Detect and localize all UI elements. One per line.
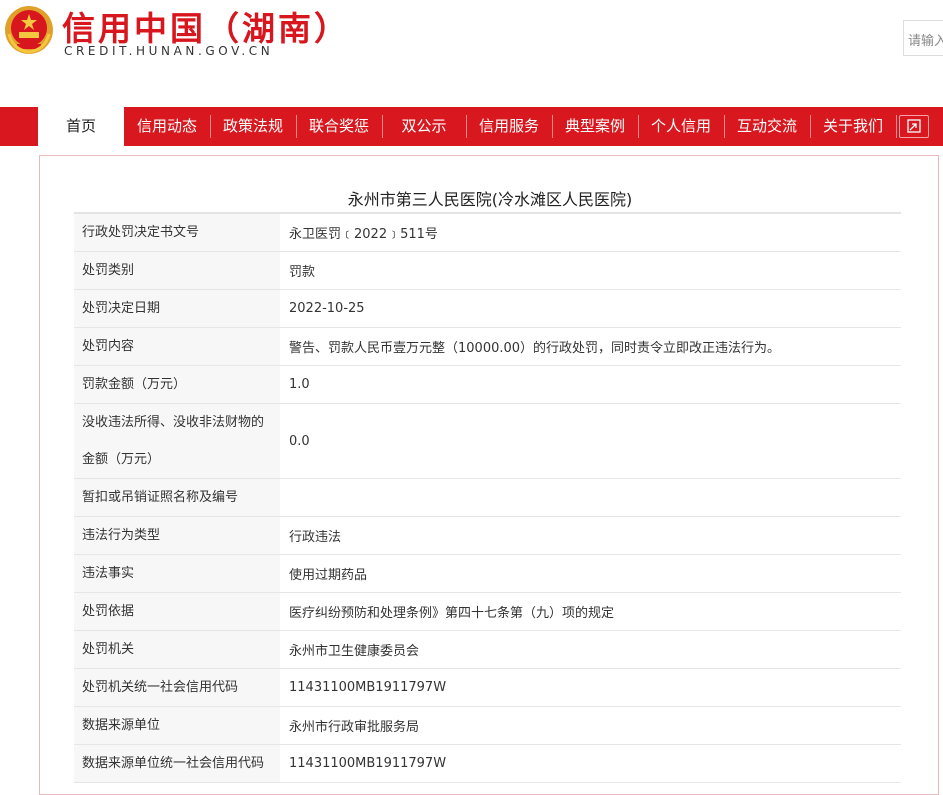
row-value: 永卫医罚﹝2022﹞511号 [282,214,901,251]
nav-item-credit-news[interactable]: 信用动态 [124,107,210,146]
row-value: 0.0 [282,404,901,478]
nav-item-typical-cases[interactable]: 典型案例 [552,107,638,146]
row-label: 违法事实 [74,555,280,592]
nav-item-rewards-penalties[interactable]: 联合奖惩 [296,107,382,146]
row-label: 违法行为类型 [74,517,280,554]
row-label: 暂扣或吊销证照名称及编号 [74,479,280,516]
nav-item-personal-credit[interactable]: 个人信用 [638,107,724,146]
site-title[interactable]: 信用中国（湖南） [62,2,350,50]
record-table: 行政处罚决定书文号 永卫医罚﹝2022﹞511号 处罚类别 罚款 处罚决定日期 … [74,212,901,783]
table-row: 处罚机关 永州市卫生健康委员会 [74,631,901,669]
row-value: 11431100MB1911797W [282,669,901,706]
record-panel: 永州市第三人民医院(冷水滩区人民医院) 行政处罚决定书文号 永卫医罚﹝2022﹞… [39,155,939,795]
row-value: 2022-10-25 [282,290,901,327]
row-label: 处罚类别 [74,252,280,289]
row-label: 处罚决定日期 [74,290,280,327]
table-row: 罚款金额（万元） 1.0 [74,366,901,404]
nav-divider [896,115,897,138]
table-row: 数据来源单位 永州市行政审批服务局 [74,707,901,745]
row-value: 医疗纠纷预防和处理条例》第四十七条第（九）项的规定 [282,593,901,630]
row-label: 数据来源单位统一社会信用代码 [74,745,280,782]
table-row: 数据来源单位统一社会信用代码 11431100MB1911797W [74,745,901,783]
nav-item-credit-service[interactable]: 信用服务 [466,107,552,146]
row-value: 使用过期药品 [282,555,901,592]
row-value: 1.0 [282,366,901,403]
main-nav: 首页 信用动态 政策法规 联合奖惩 双公示 信用服务 典型案例 个人信用 互动交… [0,107,943,146]
row-label: 行政处罚决定书文号 [74,214,280,251]
table-row: 处罚机关统一社会信用代码 11431100MB1911797W [74,669,901,707]
row-label: 罚款金额（万元） [74,366,280,403]
row-value: 罚款 [282,252,901,289]
table-row: 违法行为类型 行政违法 [74,517,901,555]
row-label: 处罚依据 [74,593,280,630]
table-row: 违法事实 使用过期药品 [74,555,901,593]
nav-item-double-publicity[interactable]: 双公示 [382,107,466,146]
record-title: 永州市第三人民医院(冷水滩区人民医院) [347,190,633,209]
row-label: 数据来源单位 [74,707,280,744]
row-value [282,479,901,516]
national-emblem-icon[interactable] [3,4,55,56]
row-label: 处罚机关 [74,631,280,668]
nav-item-interaction[interactable]: 互动交流 [724,107,810,146]
row-label: 没收违法所得、没收非法财物的金额（万元） [74,404,280,478]
table-row: 处罚内容 警告、罚款人民币壹万元整（10000.00）的行政处罚，同时责令立即改… [74,328,901,366]
site-header: 信用中国（湖南） CREDIT.HUNAN.GOV.CN 请输入 [0,0,943,108]
table-row: 行政处罚决定书文号 永卫医罚﹝2022﹞511号 [74,212,901,252]
row-value: 永州市卫生健康委员会 [282,631,901,668]
table-row: 处罚依据 医疗纠纷预防和处理条例》第四十七条第（九）项的规定 [74,593,901,631]
site-url: CREDIT.HUNAN.GOV.CN [64,44,274,58]
row-value: 行政违法 [282,517,901,554]
nav-item-policy[interactable]: 政策法规 [210,107,296,146]
row-value: 11431100MB1911797W [282,745,901,782]
table-row: 处罚决定日期 2022-10-25 [74,290,901,328]
row-value: 警告、罚款人民币壹万元整（10000.00）的行政处罚，同时责令立即改正违法行为… [282,328,901,365]
row-label: 处罚内容 [74,328,280,365]
table-row: 没收违法所得、没收非法财物的金额（万元） 0.0 [74,404,901,479]
table-row: 处罚类别 罚款 [74,252,901,290]
expand-icon[interactable] [899,115,929,138]
row-label: 处罚机关统一社会信用代码 [74,669,280,706]
nav-item-home[interactable]: 首页 [38,107,124,146]
row-value: 永州市行政审批服务局 [282,707,901,744]
search-input[interactable]: 请输入 [903,20,943,56]
nav-item-about[interactable]: 关于我们 [810,107,896,146]
table-row: 暂扣或吊销证照名称及编号 [74,479,901,517]
